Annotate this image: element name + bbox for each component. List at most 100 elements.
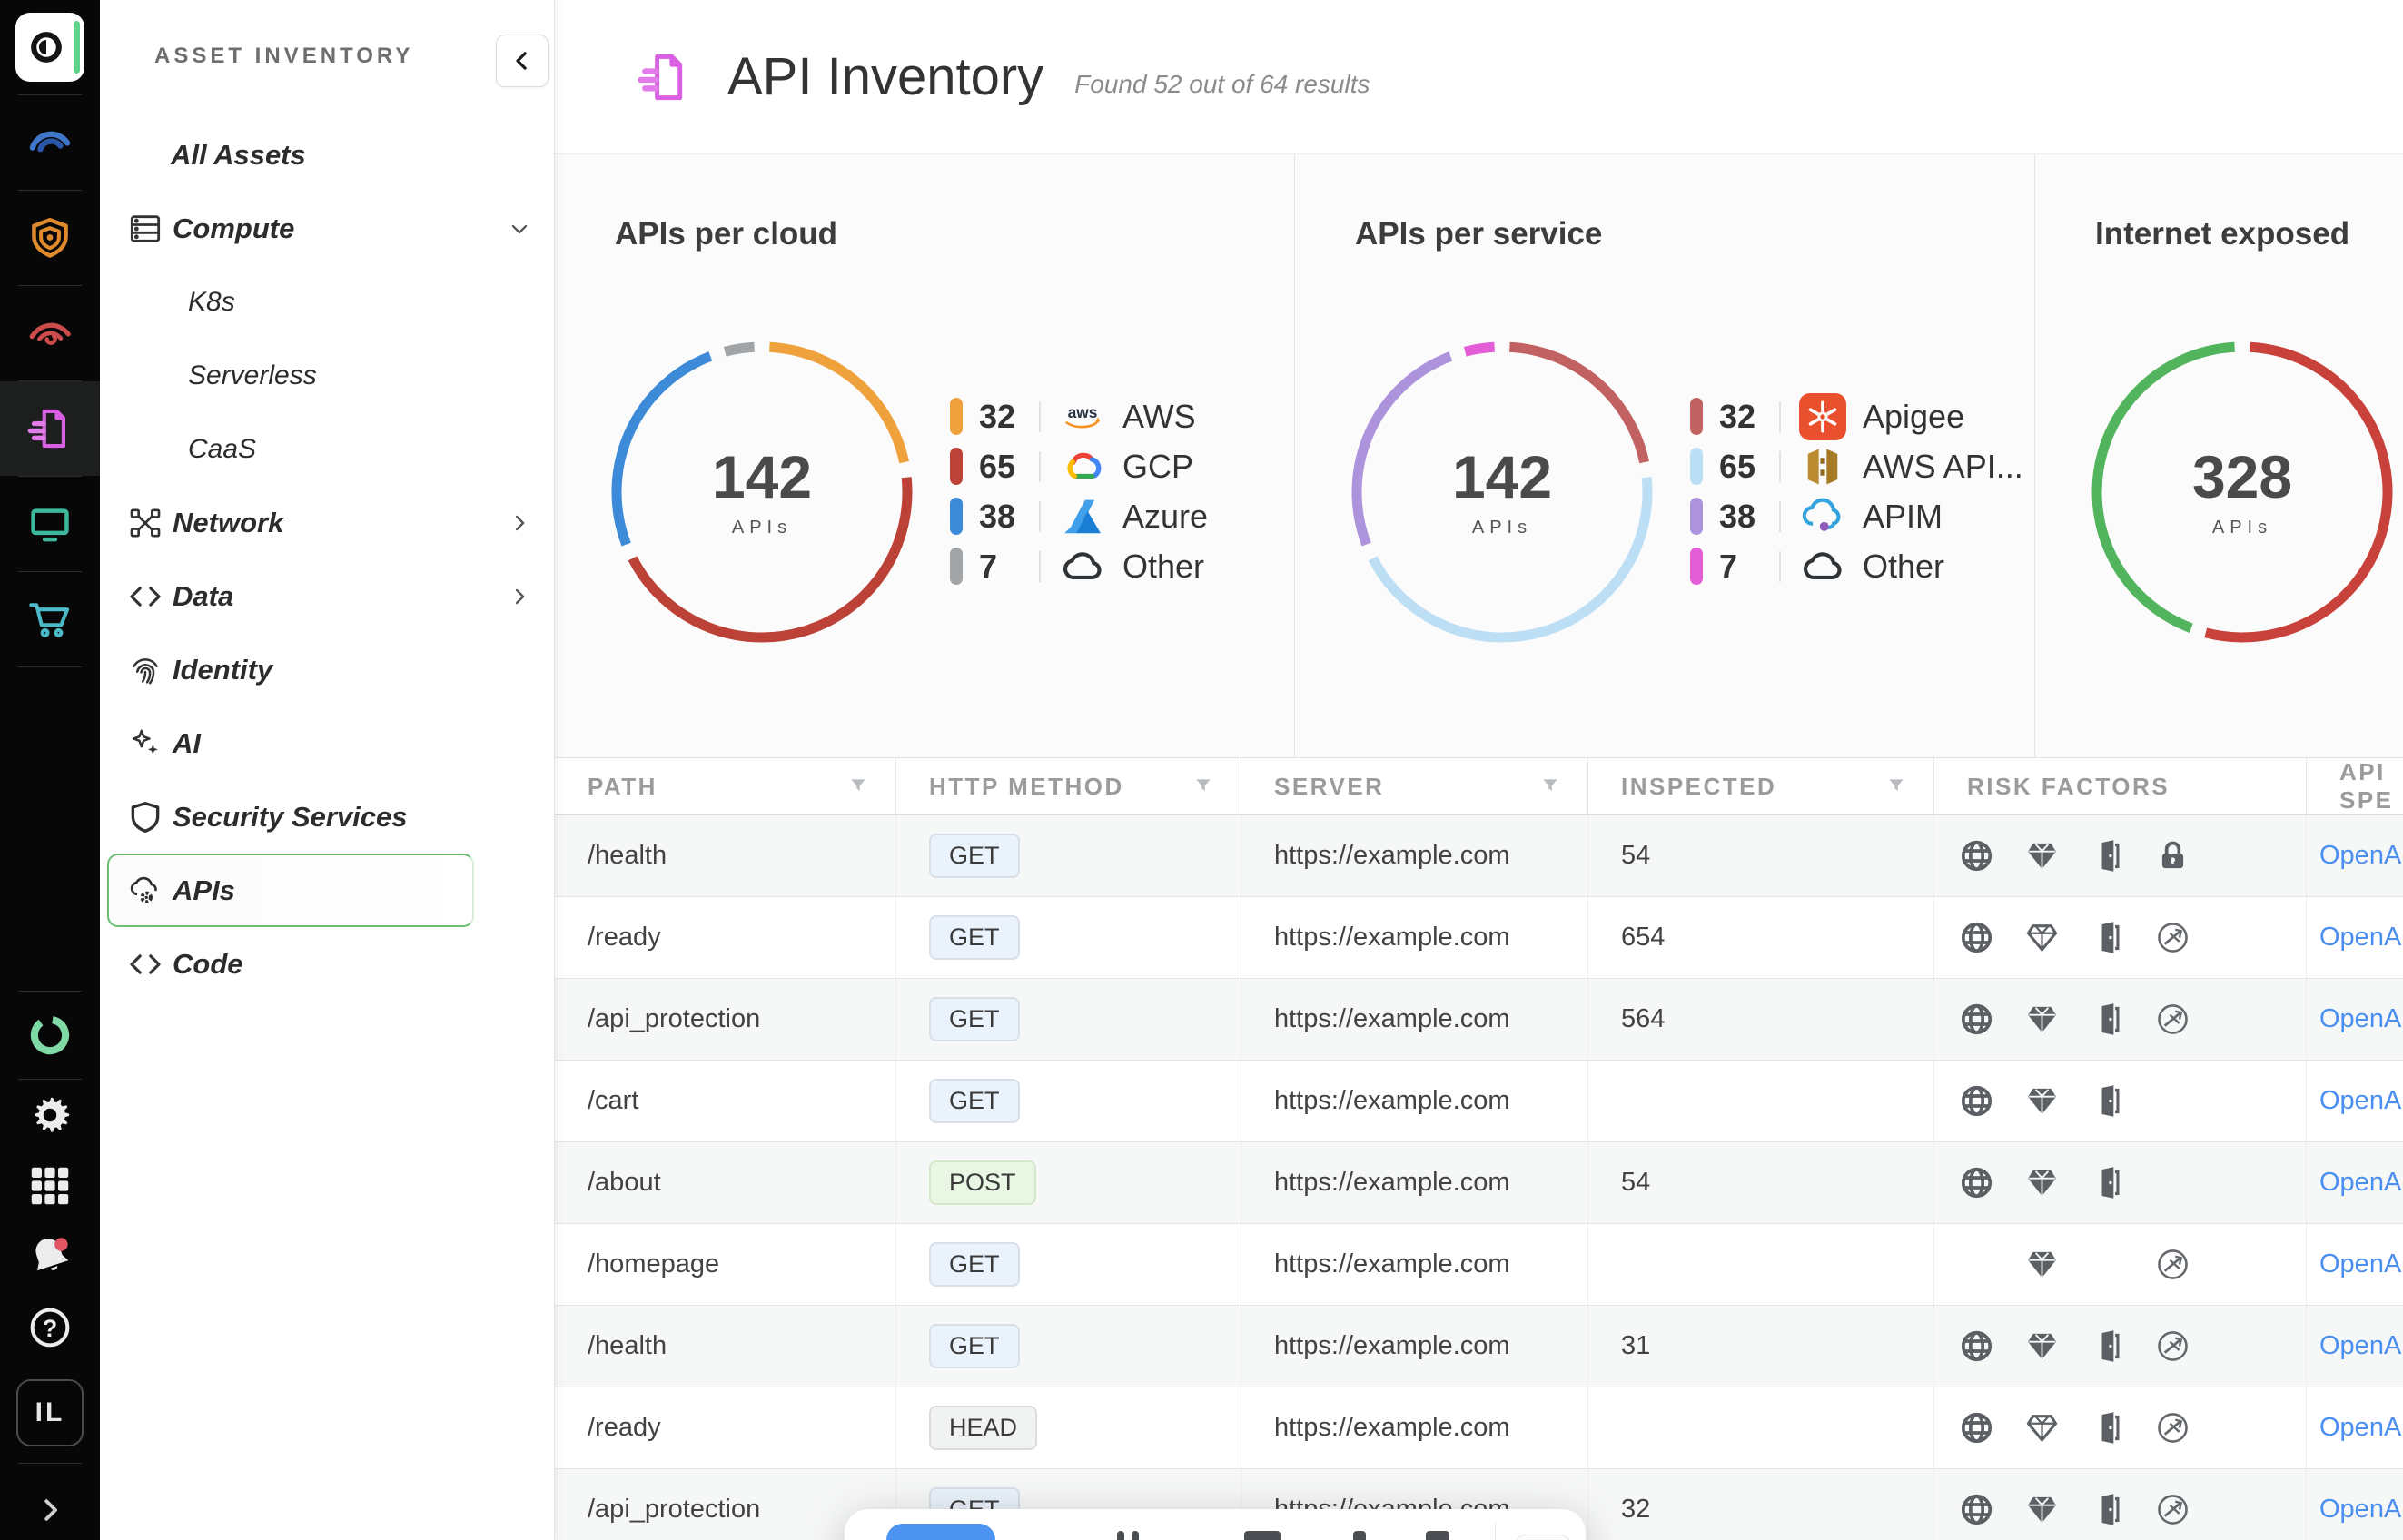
sidebar-section-title: ASSET INVENTORY <box>154 44 413 69</box>
filter-icon[interactable] <box>1192 775 1215 798</box>
rail-expand-button[interactable] <box>0 1464 100 1540</box>
filter-icon[interactable] <box>846 775 870 798</box>
filter-icon[interactable] <box>1538 775 1562 798</box>
sidebar-item-ai[interactable]: AI <box>100 706 554 780</box>
toolbar-icon[interactable] <box>1132 1531 1139 1540</box>
chart-title: APIs per service <box>1355 216 1602 252</box>
rail-item-notifications[interactable] <box>0 1221 100 1292</box>
method-badge: HEAD <box>929 1406 1037 1451</box>
cell-method: HEAD <box>896 1387 1241 1468</box>
chevron-down-icon <box>507 216 532 242</box>
cell-risk-factors <box>1934 1224 2307 1305</box>
svg-text:?: ? <box>43 1315 58 1342</box>
legend-item: 65 GCP <box>950 448 1208 485</box>
legend-label: Other <box>1122 548 1204 586</box>
table-row[interactable]: /ready GET https://example.com 654 OpenA… <box>555 897 2403 979</box>
cloud-gear-icon <box>127 873 163 909</box>
rail-item-marketplace[interactable] <box>0 572 100 666</box>
chart-title: Internet exposed <box>2095 216 2349 252</box>
api-spec-link[interactable]: OpenAP <box>2319 841 2403 871</box>
api-spec-link[interactable]: OpenAP <box>2319 1004 2403 1034</box>
rail-item-sync[interactable] <box>0 992 100 1079</box>
cell-path: /health <box>555 815 896 896</box>
cell-server: https://example.com <box>1241 1387 1588 1468</box>
sidebar-item-security-services[interactable]: Security Services <box>100 780 554 854</box>
api-spec-link[interactable]: OpenAP <box>2319 1249 2403 1279</box>
sidebar-collapse-button[interactable] <box>496 35 549 87</box>
filter-icon[interactable] <box>1884 775 1908 798</box>
api-spec-link[interactable]: OpenAP <box>2319 1413 2403 1443</box>
table-row[interactable]: /homepage GET https://example.com OpenAP <box>555 1224 2403 1306</box>
table-row[interactable]: /health GET https://example.com 54 OpenA… <box>555 815 2403 897</box>
legend-divider <box>1039 501 1041 532</box>
cell-server: https://example.com <box>1241 897 1588 978</box>
toolbar-secondary-button[interactable] <box>1515 1535 1571 1540</box>
rail-item-apps[interactable] <box>0 1150 100 1221</box>
rail-item-protection[interactable] <box>0 191 100 285</box>
legend-swatch <box>1690 548 1703 585</box>
rail-item-workloads[interactable] <box>0 477 100 571</box>
sidebar-item-apis[interactable]: APIs <box>107 854 474 927</box>
globe-icon <box>1958 1491 2023 1528</box>
table-row[interactable]: /health GET https://example.com 31 OpenA… <box>555 1306 2403 1387</box>
legend-divider <box>1039 551 1041 582</box>
fingerprint-icon <box>127 652 163 688</box>
server-icon <box>127 211 163 247</box>
table-row[interactable]: /api_protection GET https://example.com … <box>555 979 2403 1061</box>
cell-server: https://example.com <box>1241 1142 1588 1223</box>
gear-icon <box>25 1091 74 1140</box>
api-spec-link[interactable]: OpenAP <box>2319 1331 2403 1361</box>
sidebar-item-k8s[interactable]: K8s <box>100 265 554 339</box>
api-spec-link[interactable]: OpenAP <box>2319 1495 2403 1525</box>
cell-risk-factors <box>1934 1469 2307 1540</box>
sidebar-item-compute[interactable]: Compute <box>100 192 554 265</box>
table-row[interactable]: /cart GET https://example.com OpenAP <box>555 1061 2403 1142</box>
api-spec-link[interactable]: OpenAP <box>2319 1168 2403 1198</box>
legend-swatch <box>950 548 963 585</box>
api-spec-link[interactable]: OpenAP <box>2319 923 2403 953</box>
column-header-path: PATH <box>555 758 896 814</box>
cell-server: https://example.com <box>1241 1306 1588 1387</box>
app-root: ? IL ASSET INVENTORY All AssetsComputeK8s… <box>0 0 2403 1540</box>
donut-chart: 142 APIs <box>598 329 925 656</box>
table-row[interactable]: /about POST https://example.com 54 OpenA… <box>555 1142 2403 1224</box>
rail-item-visibility[interactable] <box>0 286 100 380</box>
sidebar-item-all-assets[interactable]: All Assets <box>100 118 554 192</box>
cloud-icon <box>1059 543 1106 590</box>
api-table: PATH HTTP METHOD SERVER INSPECTED RISK F… <box>555 758 2403 1540</box>
cell-inspected: 54 <box>1588 815 1934 896</box>
rail-item-discovery[interactable] <box>0 95 100 190</box>
sidebar-item-code[interactable]: Code <box>100 927 554 1001</box>
sidebar-item-data[interactable]: Data <box>100 559 554 633</box>
chart-card-2: APIs per service 142 APIs 32 Apigee 65 <box>1294 154 2034 757</box>
legend-divider <box>1779 501 1781 532</box>
rail-item-help[interactable]: ? <box>0 1292 100 1363</box>
cell-risk-factors <box>1934 897 2307 978</box>
sidebar-item-serverless[interactable]: Serverless <box>100 339 554 412</box>
toolbar-icon[interactable] <box>1426 1531 1449 1540</box>
cell-server: https://example.com <box>1241 1224 1588 1305</box>
sidebar-item-identity[interactable]: Identity <box>100 633 554 706</box>
legend-item: 32 Apigee <box>1690 398 2023 435</box>
toolbar-icon[interactable] <box>1117 1531 1124 1540</box>
rail-item-profile[interactable]: IL <box>0 1363 100 1463</box>
toolbar-icon[interactable] <box>1244 1531 1281 1540</box>
column-label: HTTP METHOD <box>929 773 1124 801</box>
icon-rail: ? IL <box>0 0 100 1540</box>
sidebar-item-caas[interactable]: CaaS <box>100 412 554 486</box>
column-header-api-spe: API SPE <box>2307 758 2403 814</box>
app-logo[interactable] <box>0 0 100 94</box>
toolbar-primary-button[interactable] <box>886 1524 995 1540</box>
table-row[interactable]: /ready HEAD https://example.com OpenAP <box>555 1387 2403 1469</box>
sidebar-item-network[interactable]: Network <box>100 486 554 559</box>
toolbar-icon[interactable] <box>1353 1531 1366 1540</box>
rail-item-api-inventory[interactable] <box>0 381 100 476</box>
sidebar-item-label: Code <box>173 948 243 981</box>
column-header-server: SERVER <box>1241 758 1588 814</box>
method-badge: GET <box>929 997 1020 1042</box>
rail-item-settings[interactable] <box>0 1080 100 1150</box>
bell-icon <box>25 1232 74 1281</box>
bug-icon <box>2154 1409 2220 1446</box>
lock-icon <box>2154 837 2220 874</box>
api-spec-link[interactable]: OpenAP <box>2319 1086 2403 1116</box>
